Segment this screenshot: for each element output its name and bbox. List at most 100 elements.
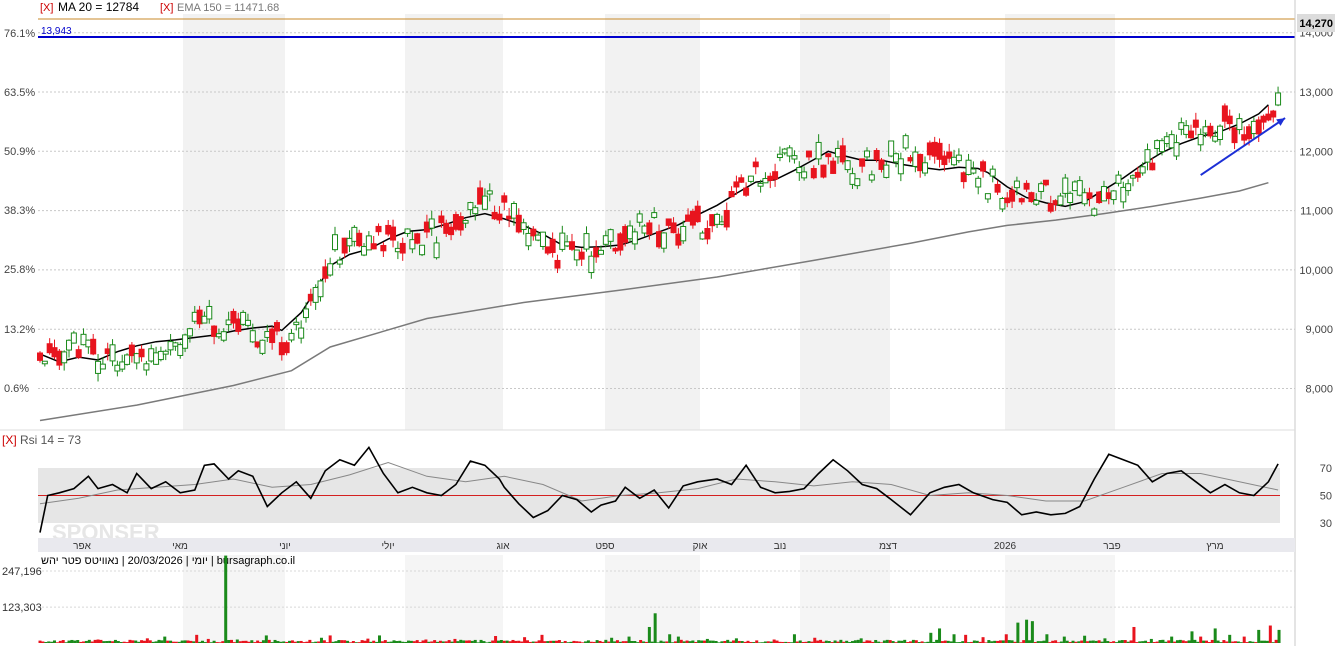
- volume-bar: [322, 640, 326, 643]
- candle-body: [486, 190, 493, 195]
- ema-toggle[interactable]: [X]: [160, 2, 173, 14]
- volume-bar: [276, 641, 280, 643]
- volume-bar: [859, 638, 863, 643]
- volume-bar: [279, 641, 283, 643]
- candle-body: [1163, 136, 1170, 145]
- volume-bar: [1103, 638, 1107, 643]
- volume-bar: [105, 641, 109, 643]
- volume-bar: [807, 641, 811, 643]
- candle-body: [714, 213, 721, 225]
- volume-bar: [1019, 642, 1023, 643]
- volume-bar: [729, 641, 733, 643]
- candle-body: [1028, 192, 1035, 203]
- volume-bar: [801, 641, 805, 643]
- month-band-4: [1005, 14, 1115, 430]
- volume-bar: [732, 640, 736, 643]
- volume-bar: [1231, 641, 1235, 643]
- candle-body: [1033, 199, 1040, 205]
- volume-bar: [163, 636, 167, 643]
- candle-body: [907, 157, 914, 162]
- candle-body: [448, 226, 455, 236]
- volume-bar: [270, 642, 274, 643]
- volume-bar: [485, 642, 489, 643]
- candle-body: [1110, 190, 1117, 201]
- volume-bar: [810, 641, 814, 643]
- volume-bar: [1155, 641, 1159, 643]
- volume-bar: [601, 641, 605, 643]
- volume-bar: [842, 641, 846, 643]
- volume-bar: [125, 642, 129, 643]
- volume-bar: [1248, 641, 1252, 643]
- volume-bar: [514, 640, 518, 643]
- volume-bar: [360, 640, 364, 643]
- volume-bar: [1187, 640, 1191, 643]
- rsi-toggle[interactable]: [X]: [2, 433, 17, 447]
- volume-bar: [1236, 641, 1240, 643]
- volume-bar: [563, 640, 567, 643]
- volume-bar: [517, 640, 521, 643]
- volume-bar: [192, 641, 196, 643]
- rsi-tick-label: 50: [1320, 491, 1332, 503]
- volume-bar: [61, 640, 65, 643]
- volume-bar: [766, 641, 770, 643]
- candle-body: [1197, 133, 1204, 146]
- volume-bar: [491, 640, 495, 643]
- candle-body: [385, 224, 392, 235]
- volume-bar: [711, 640, 715, 643]
- candle-body: [70, 332, 77, 344]
- volume-bar: [67, 640, 71, 643]
- candle-body: [651, 212, 658, 218]
- month-band-2: [605, 14, 700, 430]
- candle-body: [1202, 126, 1209, 134]
- volume-bar: [1074, 641, 1078, 643]
- candle-body: [912, 151, 919, 167]
- month-label: דצמ: [879, 541, 897, 552]
- volume-bar: [227, 640, 231, 643]
- volume-bar: [1001, 640, 1005, 643]
- volume-bar: [1184, 641, 1188, 643]
- candle-body: [46, 343, 53, 354]
- volume-bar: [1251, 641, 1255, 643]
- volume-bar: [1202, 640, 1206, 643]
- volume-bar: [914, 640, 918, 643]
- volume-bar: [137, 641, 141, 643]
- candle-body: [1052, 200, 1059, 205]
- candle-body: [249, 330, 256, 343]
- volume-bar: [584, 641, 588, 643]
- candle-body: [656, 231, 663, 248]
- volume-bar: [253, 642, 257, 643]
- candle-body: [1178, 122, 1185, 130]
- volume-bar: [984, 642, 988, 643]
- candle-body: [941, 155, 948, 166]
- volume-bar: [1057, 642, 1061, 643]
- volume-bar: [499, 639, 503, 643]
- candle-body: [960, 172, 967, 183]
- volume-bar: [853, 640, 857, 643]
- rsi-label: Rsi 14 = 73: [20, 433, 81, 447]
- volume-bar: [784, 641, 788, 643]
- volume-bar: [482, 641, 486, 643]
- volume-bar: [1062, 636, 1066, 643]
- candle-body: [1062, 177, 1069, 194]
- volume-bar: [572, 640, 576, 643]
- candle-body: [568, 241, 575, 250]
- volume-bar: [230, 639, 234, 643]
- volume-bar: [990, 641, 994, 643]
- volume-bar: [299, 640, 303, 643]
- last-price-badge-text: 14,270: [1299, 18, 1333, 30]
- volume-bar: [140, 640, 144, 643]
- volume-bar: [972, 640, 976, 643]
- volume-bar: [1268, 625, 1272, 643]
- volume-bar: [978, 641, 982, 643]
- candle-body: [752, 161, 759, 168]
- ma-toggle[interactable]: [X]: [40, 2, 53, 14]
- volume-bar: [1204, 640, 1208, 643]
- candle-body: [211, 325, 218, 337]
- volume-bar: [70, 639, 74, 643]
- candle-body: [332, 234, 339, 251]
- candle-body: [704, 228, 711, 240]
- volume-bar: [1213, 628, 1217, 643]
- volume-bar: [1222, 640, 1226, 643]
- volume-bar: [717, 642, 721, 643]
- candle-body: [622, 226, 629, 243]
